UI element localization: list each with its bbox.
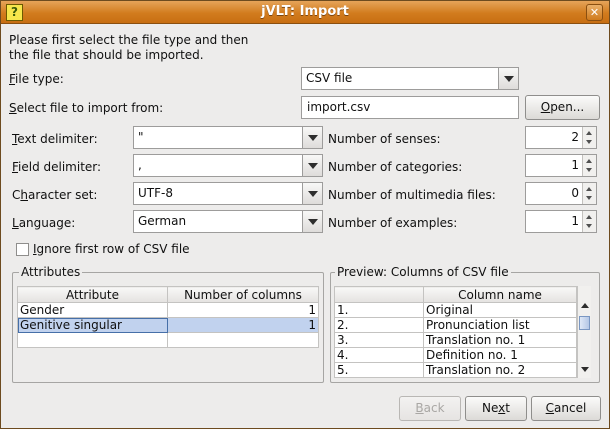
scroll-down-icon[interactable]	[581, 367, 589, 372]
language-combo[interactable]: German	[133, 210, 323, 233]
field-delimiter-combo[interactable]: ,	[133, 154, 323, 177]
spinner-arrows-icon[interactable]	[582, 155, 596, 176]
empty-cell[interactable]	[17, 332, 168, 348]
ignore-first-row-label[interactable]: Ignore first row of CSV file	[33, 242, 190, 256]
file-type-combo[interactable]: CSV file	[301, 67, 519, 90]
senses-label: Number of senses:	[328, 132, 441, 146]
file-type-label: File type:	[9, 72, 64, 86]
senses-spinner[interactable]: 2	[525, 126, 597, 149]
chevron-down-icon[interactable]	[302, 211, 322, 232]
intro-line-2: the file that should be imported.	[9, 48, 204, 62]
language-label: Language:	[12, 216, 76, 230]
index-cell: 5.	[334, 362, 424, 378]
columns-cell[interactable]: 1	[167, 317, 319, 333]
table-row[interactable]: 3. Translation no. 1	[334, 332, 577, 348]
spinner-arrows-icon[interactable]	[582, 211, 596, 232]
column-name-cell: Original	[423, 302, 577, 318]
index-cell: 3.	[334, 332, 424, 348]
multimedia-spinner[interactable]: 0	[525, 182, 597, 205]
scroll-thumb[interactable]	[579, 316, 590, 330]
text-delimiter-label: Text delimiter:	[12, 132, 98, 146]
spinner-arrows-icon[interactable]	[582, 183, 596, 204]
preview-table[interactable]: Column name 1. Original 2. Pronunciation l…	[334, 286, 577, 378]
open-button[interactable]: Open...	[525, 95, 600, 120]
next-button[interactable]: Next	[465, 396, 527, 421]
file-type-value: CSV file	[306, 71, 353, 85]
column-name-cell: Definition no. 1	[423, 347, 577, 363]
attribute-cell[interactable]: Genitive singular	[17, 317, 168, 333]
column-name-cell: Translation no. 1	[423, 332, 577, 348]
window-title: jVLT: Import	[261, 4, 349, 19]
column-name-header[interactable]: Column name	[423, 286, 577, 303]
categories-spinner[interactable]: 1	[525, 154, 597, 177]
index-column-header[interactable]	[334, 286, 424, 303]
table-row[interactable]: 5. Translation no. 2	[334, 362, 577, 378]
character-set-label: Character set:	[12, 188, 98, 202]
import-dialog: ? jVLT: Import ✕ Please first select the…	[0, 0, 610, 429]
preview-group-title: Preview: Columns of CSV file	[335, 265, 511, 279]
attributes-table[interactable]: Attribute Number of columns Gender 1 Gen…	[17, 286, 319, 348]
intro-line-1: Please first select the file type and th…	[9, 33, 249, 47]
table-row[interactable]: 6.Definition no. 2	[334, 377, 577, 378]
categories-label: Number of categories:	[328, 160, 463, 174]
cancel-button[interactable]: Cancel	[531, 396, 601, 421]
ignore-first-row-checkbox[interactable]	[16, 243, 29, 256]
chevron-down-icon[interactable]	[498, 68, 518, 89]
table-row[interactable]: Gender 1	[17, 302, 319, 318]
examples-spinner[interactable]: 1	[525, 210, 597, 233]
attribute-column-header[interactable]: Attribute	[17, 286, 168, 303]
character-set-combo[interactable]: UTF-8	[133, 182, 323, 205]
empty-cell[interactable]	[167, 332, 319, 348]
multimedia-label: Number of multimedia files:	[328, 188, 496, 202]
index-cell: 6.	[334, 377, 424, 378]
table-row[interactable]: 1. Original	[334, 302, 577, 318]
title-bar[interactable]: ? jVLT: Import ✕	[1, 1, 609, 24]
field-delimiter-label: Field delimiter:	[12, 160, 102, 174]
scroll-up-icon[interactable]	[581, 303, 589, 308]
columns-column-header[interactable]: Number of columns	[167, 286, 319, 303]
column-name-cell: Translation no. 2	[423, 362, 577, 378]
index-cell: 2.	[334, 317, 424, 333]
select-file-label: Select file to import from:	[9, 101, 164, 115]
preview-scrollbar[interactable]	[577, 286, 591, 378]
spinner-arrows-icon[interactable]	[582, 127, 596, 148]
chevron-down-icon[interactable]	[302, 127, 322, 148]
table-row[interactable]: 4. Definition no. 1	[334, 347, 577, 363]
attributes-group-title: Attributes	[19, 265, 83, 279]
attribute-cell[interactable]: Gender	[17, 302, 168, 318]
table-row[interactable]: 2. Pronunciation list	[334, 317, 577, 333]
index-cell: 4.	[334, 347, 424, 363]
index-cell: 1.	[334, 302, 424, 318]
chevron-down-icon[interactable]	[302, 183, 322, 204]
column-name-cell: Definition no. 2	[423, 377, 577, 378]
columns-cell[interactable]: 1	[167, 302, 319, 318]
close-icon[interactable]: ✕	[586, 4, 603, 21]
file-path-input[interactable]: import.csv	[301, 96, 519, 119]
examples-label: Number of examples:	[328, 216, 458, 230]
column-name-cell: Pronunciation list	[423, 317, 577, 333]
table-row-empty[interactable]	[17, 332, 319, 348]
chevron-down-icon[interactable]	[302, 155, 322, 176]
text-delimiter-combo[interactable]: "	[133, 126, 323, 149]
back-button[interactable]: Back	[399, 396, 461, 421]
table-row-selected[interactable]: Genitive singular 1	[17, 317, 319, 333]
preview-scroll-area[interactable]: Column name 1. Original 2. Pronunciation l…	[334, 286, 593, 378]
